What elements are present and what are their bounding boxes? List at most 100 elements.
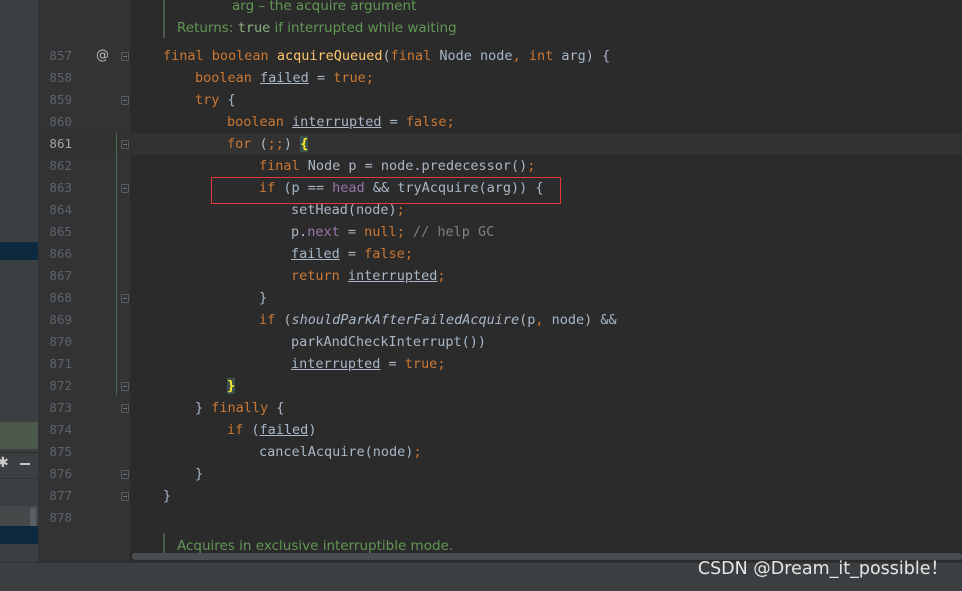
fold-marker-icon[interactable] [121, 294, 129, 303]
doc-returns-line: Returns: true if interrupted while waiti… [177, 17, 457, 39]
variable: failed [259, 422, 309, 438]
line-number[interactable]: 861 [38, 133, 72, 155]
code-line-861[interactable]: for (;;) { [227, 133, 309, 155]
code-line-875[interactable]: cancelAcquire(node); [259, 441, 422, 463]
code-line-876[interactable]: } [195, 463, 203, 485]
panel-scrollbar[interactable] [30, 508, 36, 528]
line-number[interactable]: 877 [38, 485, 72, 507]
static-method-call: shouldParkAfterFailedAcquire [291, 312, 520, 328]
line-number[interactable]: 874 [38, 419, 72, 441]
keyword: final [163, 48, 204, 64]
panel-area [0, 0, 38, 242]
code-text: } [195, 400, 212, 416]
fold-marker-icon[interactable] [121, 184, 129, 193]
line-number[interactable]: 878 [38, 507, 72, 529]
code-line-862[interactable]: final Node p = node.predecessor(); [259, 155, 535, 177]
variable: interrupted [291, 356, 381, 372]
gear-icon[interactable]: ✱ [0, 455, 9, 471]
code-text: = [380, 356, 405, 372]
line-number[interactable]: 869 [38, 309, 72, 331]
selected-tree-row[interactable] [0, 242, 38, 260]
line-number[interactable]: 858 [38, 67, 72, 89]
line-number[interactable]: 868 [38, 287, 72, 309]
code-line-872[interactable]: } [227, 375, 236, 397]
fold-marker-icon[interactable] [121, 140, 129, 149]
semicolon: ; [437, 356, 446, 372]
code-text: = [339, 224, 365, 240]
variable: failed [291, 246, 340, 262]
code-line-866[interactable]: failed = false; [291, 243, 413, 265]
code-text: ) [283, 136, 301, 152]
line-number[interactable]: 875 [38, 441, 72, 463]
line-number[interactable]: 870 [38, 331, 72, 353]
line-number[interactable]: 865 [38, 221, 72, 243]
current-line-highlight [38, 133, 962, 155]
code-text: Node p = node.predecessor() [299, 158, 528, 174]
code-line-873[interactable]: } finally { [195, 397, 284, 419]
panel-toolbar: ✱ [0, 452, 38, 478]
keyword: return [291, 268, 340, 284]
comma: , [512, 48, 521, 64]
fold-marker-icon[interactable] [121, 470, 129, 479]
code-text: p. [291, 224, 308, 240]
code-line-877[interactable]: } [163, 485, 171, 507]
code-line-860[interactable]: boolean interrupted = false; [227, 111, 455, 133]
fold-marker-icon[interactable] [121, 492, 129, 501]
scope-indicator [116, 133, 117, 395]
variable: interrupted [292, 114, 382, 130]
line-number[interactable]: 860 [38, 111, 72, 133]
code-line-870[interactable]: parkAndCheckInterrupt()) [291, 331, 486, 353]
code-line-869[interactable]: if (shouldParkAfterFailedAcquire(p, node… [259, 309, 617, 331]
variable: failed [260, 70, 309, 86]
code-text: arg) { [553, 48, 611, 64]
code-line-874[interactable]: if (failed) [227, 419, 316, 441]
code-text: = [339, 246, 365, 262]
code-line-868[interactable]: } [259, 287, 267, 309]
line-number[interactable]: 873 [38, 397, 72, 419]
code-text: (p [519, 312, 536, 328]
highlighted-tree-row[interactable] [0, 422, 38, 449]
line-number[interactable]: 857 [38, 45, 72, 67]
line-number[interactable]: 863 [38, 177, 72, 199]
line-number[interactable]: 866 [38, 243, 72, 265]
field: next [307, 224, 340, 240]
fold-marker-icon[interactable] [121, 382, 129, 391]
literal: false [364, 246, 405, 262]
fold-marker-icon[interactable] [121, 52, 129, 61]
code-line-871[interactable]: interrupted = true; [291, 353, 445, 375]
line-number[interactable]: 867 [38, 265, 72, 287]
code-line-858[interactable]: boolean failed = true; [195, 67, 374, 89]
code-line-867[interactable]: return interrupted; [291, 265, 445, 287]
minimize-icon[interactable] [20, 463, 30, 465]
override-marker-icon[interactable]: @ [96, 45, 109, 67]
code-line-857[interactable]: final boolean acquireQueued(final Node n… [163, 45, 610, 67]
fold-marker-icon[interactable] [121, 96, 129, 105]
code-text: } [163, 488, 172, 504]
code-line-865[interactable]: p.next = null; // help GC [291, 221, 494, 243]
highlight-annotation-box [211, 177, 561, 204]
doc-returns-text: if interrupted while waiting [270, 20, 457, 36]
line-number[interactable]: 859 [38, 89, 72, 111]
line-number[interactable]: 872 [38, 375, 72, 397]
line-number[interactable]: 876 [38, 463, 72, 485]
code-text: ( [382, 48, 391, 64]
code-text: parkAndCheckInterrupt()) [291, 334, 487, 350]
comment: // help GC [404, 224, 495, 240]
doc-returns-code: true [237, 20, 271, 36]
semicolon: ; [437, 268, 446, 284]
code-line-859[interactable]: try { [195, 89, 236, 111]
line-number[interactable]: 862 [38, 155, 72, 177]
keyword: if [259, 312, 276, 328]
fold-marker-icon[interactable] [121, 404, 129, 413]
keyword: for [227, 136, 252, 152]
line-number[interactable]: 864 [38, 199, 72, 221]
code-text: { [268, 400, 285, 416]
line-number[interactable]: 871 [38, 353, 72, 375]
variable: interrupted [347, 268, 438, 284]
code-text: ) [308, 422, 317, 438]
semicolon: ; [404, 246, 413, 262]
code-text: = [381, 114, 406, 130]
panel-selected-row[interactable] [0, 526, 38, 544]
brace-match: { [300, 136, 309, 152]
keyword: finally [211, 400, 269, 416]
